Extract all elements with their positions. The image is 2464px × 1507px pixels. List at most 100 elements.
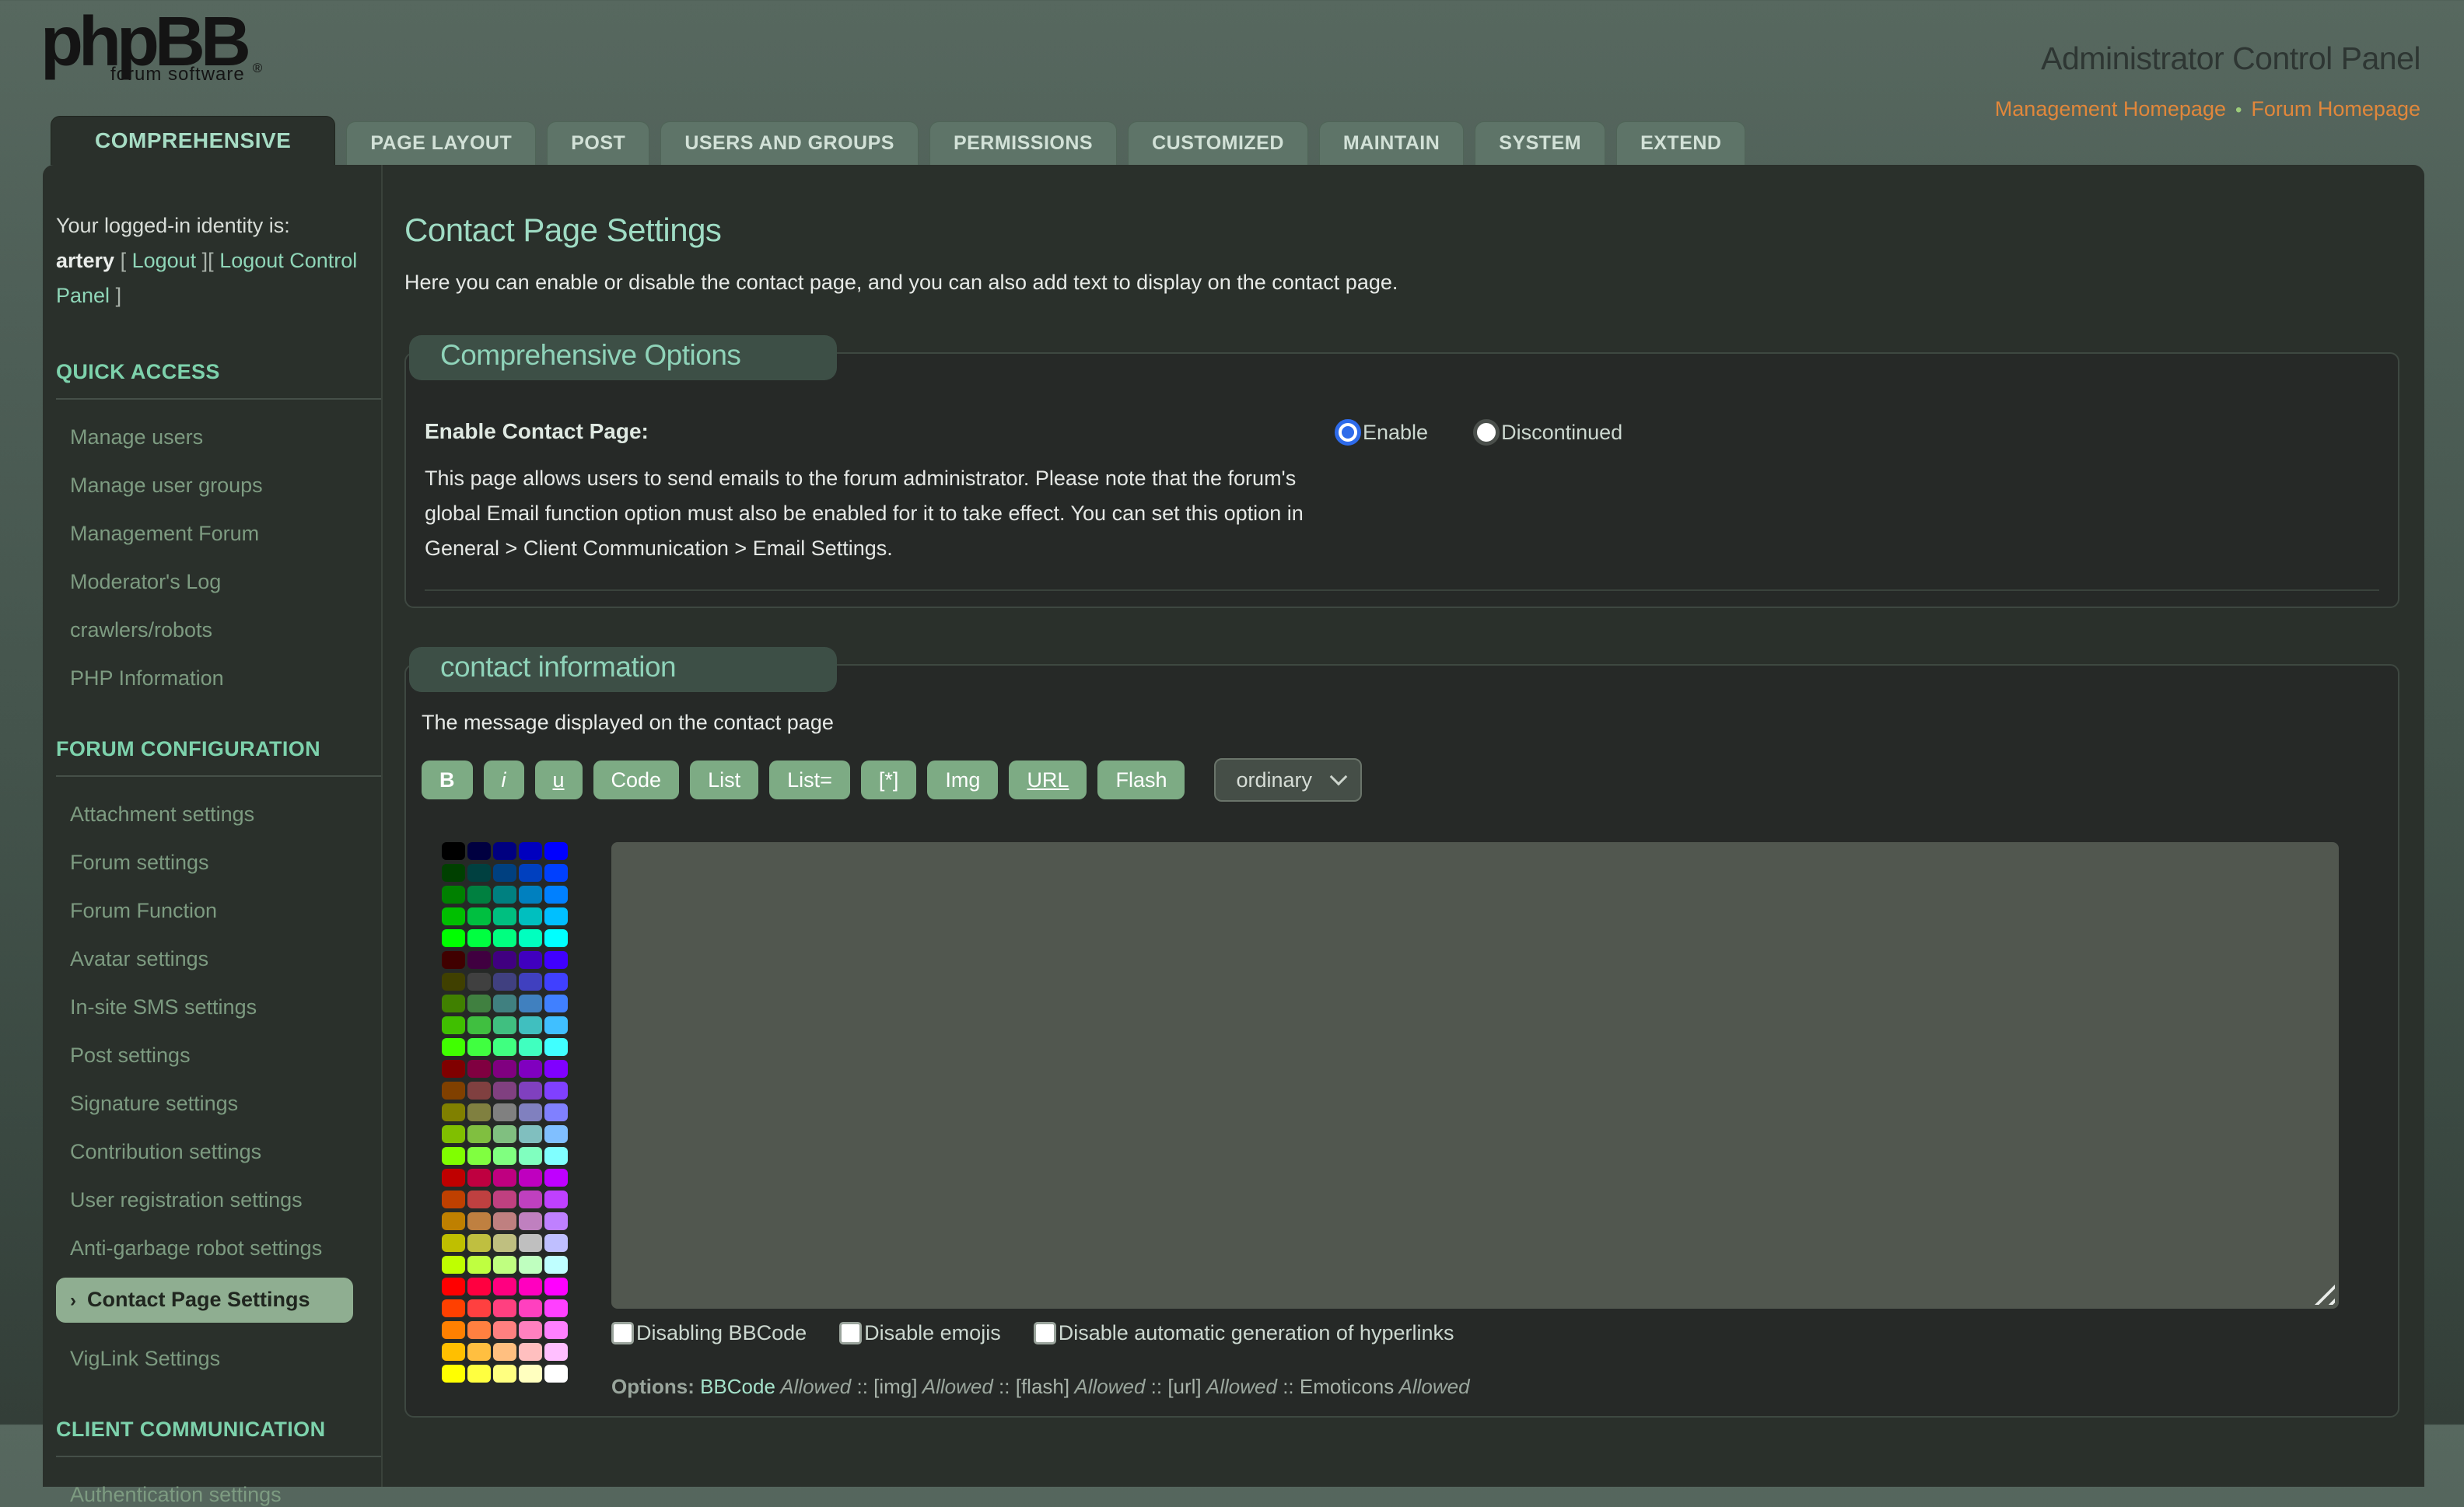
color-swatch-004040[interactable] xyxy=(467,864,491,882)
color-swatch-008080[interactable] xyxy=(493,886,516,904)
checkbox-disable-emojis[interactable]: Disable emojis xyxy=(839,1321,1001,1345)
color-swatch-ff0040[interactable] xyxy=(467,1278,491,1295)
color-swatch-8040bf[interactable] xyxy=(519,1082,542,1100)
color-swatch-bfffff[interactable] xyxy=(544,1256,568,1274)
tab-users-and-groups[interactable]: USERS AND GROUPS xyxy=(660,121,919,165)
color-swatch-408040[interactable] xyxy=(467,995,491,1012)
bbcode-list-button[interactable]: List xyxy=(690,760,758,799)
color-swatch-ff80ff[interactable] xyxy=(544,1321,568,1339)
color-swatch-404080[interactable] xyxy=(493,973,516,991)
color-swatch-000040[interactable] xyxy=(467,842,491,860)
sidebar-item-manage-user-groups[interactable]: Manage user groups xyxy=(70,473,381,498)
color-swatch-bfffbf[interactable] xyxy=(519,1256,542,1274)
color-swatch-004080[interactable] xyxy=(493,864,516,882)
color-swatch-bfff00[interactable] xyxy=(442,1256,465,1274)
color-swatch-ff00ff[interactable] xyxy=(544,1278,568,1295)
color-swatch-00ffbf[interactable] xyxy=(519,929,542,947)
color-swatch-80bfbf[interactable] xyxy=(519,1125,542,1143)
phpbb-logo[interactable]: phpBB forum software ® xyxy=(40,9,262,86)
sidebar-item-attachment-settings[interactable]: Attachment settings xyxy=(70,802,381,827)
color-swatch-80ffff[interactable] xyxy=(544,1147,568,1165)
color-swatch-80bf40[interactable] xyxy=(467,1125,491,1143)
sidebar-item-management-forum[interactable]: Management Forum xyxy=(70,521,381,546)
color-swatch-ffbfff[interactable] xyxy=(544,1343,568,1361)
color-swatch-ffff80[interactable] xyxy=(493,1365,516,1383)
color-swatch-ff00bf[interactable] xyxy=(519,1278,542,1295)
tab-page-layout[interactable]: PAGE LAYOUT xyxy=(346,121,536,165)
color-swatch-40ff80[interactable] xyxy=(493,1038,516,1056)
color-swatch-ff8040[interactable] xyxy=(467,1321,491,1339)
color-swatch-804000[interactable] xyxy=(442,1082,465,1100)
color-swatch-00bfbf[interactable] xyxy=(519,907,542,925)
color-swatch-00bf80[interactable] xyxy=(493,907,516,925)
bbcode-url-button[interactable]: URL xyxy=(1009,760,1087,799)
color-swatch-400000[interactable] xyxy=(442,951,465,969)
color-swatch-0000bf[interactable] xyxy=(519,842,542,860)
color-swatch-00bfff[interactable] xyxy=(544,907,568,925)
color-swatch-4040ff[interactable] xyxy=(544,973,568,991)
color-swatch-4000ff[interactable] xyxy=(544,951,568,969)
color-swatch-ff4080[interactable] xyxy=(493,1299,516,1317)
color-swatch-ffbf80[interactable] xyxy=(493,1343,516,1361)
color-swatch-ffbfbf[interactable] xyxy=(519,1343,542,1361)
color-swatch-000000[interactable] xyxy=(442,842,465,860)
color-swatch-ffff00[interactable] xyxy=(442,1365,465,1383)
color-swatch-ff0000[interactable] xyxy=(442,1278,465,1295)
bbcode--button[interactable]: [*] xyxy=(861,760,917,799)
radio-enable[interactable]: Enable xyxy=(1335,419,1428,446)
color-swatch-40bfbf[interactable] xyxy=(519,1016,542,1034)
radio-discontinued[interactable]: Discontinued xyxy=(1473,419,1622,446)
color-swatch-ff4040[interactable] xyxy=(467,1299,491,1317)
color-swatch-8080ff[interactable] xyxy=(544,1103,568,1121)
bbcode-list-button[interactable]: List= xyxy=(769,760,850,799)
color-swatch-bfbf40[interactable] xyxy=(467,1234,491,1252)
color-swatch-40bfff[interactable] xyxy=(544,1016,568,1034)
color-swatch-0040ff[interactable] xyxy=(544,864,568,882)
color-swatch-408080[interactable] xyxy=(493,995,516,1012)
color-swatch-008040[interactable] xyxy=(467,886,491,904)
color-swatch-bf00bf[interactable] xyxy=(519,1169,542,1187)
color-swatch-80ff00[interactable] xyxy=(442,1147,465,1165)
color-swatch-4080ff[interactable] xyxy=(544,995,568,1012)
color-swatch-808040[interactable] xyxy=(467,1103,491,1121)
color-swatch-bf8080[interactable] xyxy=(493,1212,516,1230)
color-swatch-bf40ff[interactable] xyxy=(544,1191,568,1208)
color-swatch-ff0080[interactable] xyxy=(493,1278,516,1295)
sidebar-item-contribution-settings[interactable]: Contribution settings xyxy=(70,1139,381,1164)
color-swatch-0080ff[interactable] xyxy=(544,886,568,904)
bbcode-u-button[interactable]: u xyxy=(535,760,583,799)
color-swatch-40ff40[interactable] xyxy=(467,1038,491,1056)
sidebar-item-authentication-settings[interactable]: Authentication settings xyxy=(70,1482,381,1507)
logout-link[interactable]: Logout xyxy=(132,249,197,272)
color-swatch-8080bf[interactable] xyxy=(519,1103,542,1121)
color-swatch-8000bf[interactable] xyxy=(519,1060,542,1078)
color-swatch-0080bf[interactable] xyxy=(519,886,542,904)
checkbox-disabling-bbcode[interactable]: Disabling BBCode xyxy=(611,1321,807,1345)
sidebar-item-anti-garbage-robot-settings[interactable]: Anti-garbage robot settings xyxy=(70,1236,381,1260)
color-swatch-0040bf[interactable] xyxy=(519,864,542,882)
font-size-select[interactable]: ordinary xyxy=(1214,758,1362,802)
color-swatch-4040bf[interactable] xyxy=(519,973,542,991)
color-swatch-80ffbf[interactable] xyxy=(519,1147,542,1165)
bbcode-img-button[interactable]: Img xyxy=(927,760,998,799)
sidebar-item-php-information[interactable]: PHP Information xyxy=(70,666,381,691)
color-swatch-800080[interactable] xyxy=(493,1060,516,1078)
color-swatch-00ffff[interactable] xyxy=(544,929,568,947)
sidebar-item-post-settings[interactable]: Post settings xyxy=(70,1043,381,1068)
sidebar-item-crawlers-robots[interactable]: crawlers/robots xyxy=(70,617,381,642)
color-swatch-bf4000[interactable] xyxy=(442,1191,465,1208)
color-swatch-ffbf40[interactable] xyxy=(467,1343,491,1361)
color-swatch-40bf80[interactable] xyxy=(493,1016,516,1034)
color-swatch-00bf00[interactable] xyxy=(442,907,465,925)
color-swatch-bf8040[interactable] xyxy=(467,1212,491,1230)
color-swatch-bf80ff[interactable] xyxy=(544,1212,568,1230)
color-swatch-80bf80[interactable] xyxy=(493,1125,516,1143)
sidebar-item-viglink-settings[interactable]: VigLink Settings xyxy=(70,1346,381,1371)
color-swatch-ffbf00[interactable] xyxy=(442,1343,465,1361)
color-swatch-bfff40[interactable] xyxy=(467,1256,491,1274)
bbcode-code-button[interactable]: Code xyxy=(593,760,680,799)
color-swatch-40ff00[interactable] xyxy=(442,1038,465,1056)
color-swatch-ff4000[interactable] xyxy=(442,1299,465,1317)
sidebar-item-contact-page-settings[interactable]: ›Contact Page Settings xyxy=(56,1278,353,1323)
tab-post[interactable]: POST xyxy=(547,121,649,165)
